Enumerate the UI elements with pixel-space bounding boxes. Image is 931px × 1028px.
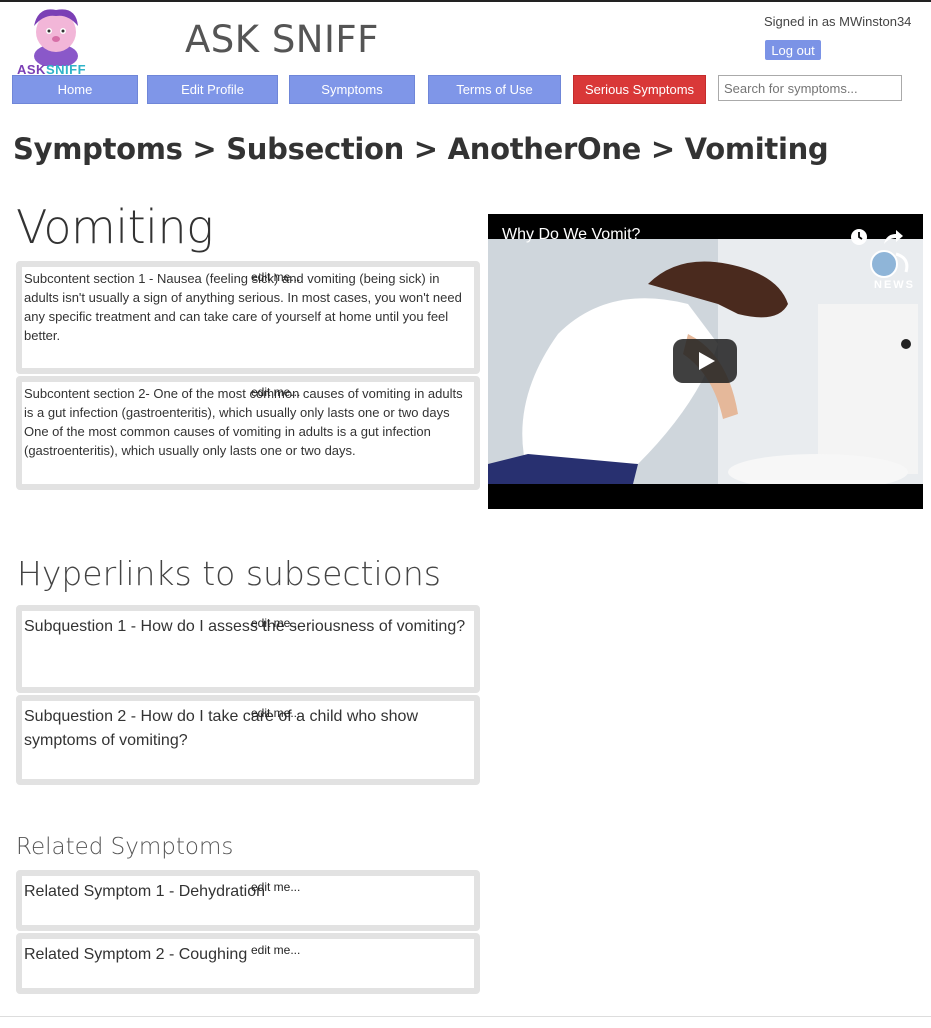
share-icon[interactable] xyxy=(882,228,904,246)
subcontent-card-2[interactable]: Subcontent section 2- One of the most co… xyxy=(16,376,480,490)
related-symptom-card-1[interactable]: Related Symptom 1 - Dehydration edit me.… xyxy=(16,870,480,931)
nav-symptoms-button[interactable]: Symptoms xyxy=(289,75,415,104)
video-player[interactable]: Why Do We Vomit? NEWS xyxy=(488,214,923,509)
hyperlinks-heading: Hyperlinks to subsections xyxy=(17,554,441,593)
edit-link-related-1[interactable]: edit me... xyxy=(251,880,300,894)
subquestion-card-1[interactable]: Subquestion 1 - How do I assess the seri… xyxy=(16,605,480,693)
video-title: Why Do We Vomit? xyxy=(502,226,641,243)
search-input[interactable] xyxy=(718,75,902,101)
related-symptom-text-1[interactable]: Related Symptom 1 - Dehydration xyxy=(24,880,466,904)
app-title: ASK SNIFF xyxy=(185,18,379,61)
clock-icon[interactable] xyxy=(850,228,868,246)
subquestion-text-2[interactable]: Subquestion 2 - How do I take care of a … xyxy=(24,705,466,753)
edit-link-subcontent-2[interactable]: edit me... xyxy=(251,385,300,399)
play-button[interactable] xyxy=(673,339,737,383)
related-symptoms-heading: Related Symptoms xyxy=(16,834,234,860)
edit-link-subcontent-1[interactable]: edit me... xyxy=(251,270,300,284)
subcontent-card-1[interactable]: Subcontent section 1 - Nausea (feeling s… xyxy=(16,261,480,374)
nav-edit-profile-button[interactable]: Edit Profile xyxy=(147,75,278,104)
subcontent-text-1: Subcontent section 1 - Nausea (feeling s… xyxy=(24,271,462,343)
footer-divider xyxy=(0,1016,931,1017)
subquestion-text-1[interactable]: Subquestion 1 - How do I assess the seri… xyxy=(24,615,466,639)
play-icon xyxy=(699,352,715,370)
subcontent-text-2: Subcontent section 2- One of the most co… xyxy=(24,386,463,458)
breadcrumb: Symptoms > Subsection > AnotherOne > Vom… xyxy=(13,132,829,166)
page-title: Vomiting xyxy=(16,200,214,254)
nav-home-button[interactable]: Home xyxy=(12,75,138,104)
related-symptom-text-2[interactable]: Related Symptom 2 - Coughing xyxy=(24,943,466,967)
edit-link-subquestion-1[interactable]: edit me... xyxy=(251,616,300,630)
news-badge: NEWS xyxy=(874,279,915,291)
nav-serious-symptoms-button[interactable]: Serious Symptoms xyxy=(573,75,706,104)
channel-logo-icon xyxy=(870,250,909,278)
logo-mascot-icon xyxy=(34,9,78,68)
edit-link-subquestion-2[interactable]: edit me... xyxy=(251,706,300,720)
edit-link-related-2[interactable]: edit me... xyxy=(251,943,300,957)
nav-terms-button[interactable]: Terms of Use xyxy=(428,75,561,104)
related-symptom-card-2[interactable]: Related Symptom 2 - Coughing edit me... xyxy=(16,933,480,994)
signed-in-text: Signed in as MWinston34 xyxy=(764,14,912,29)
logout-button[interactable]: Log out xyxy=(765,40,821,60)
subquestion-card-2[interactable]: Subquestion 2 - How do I take care of a … xyxy=(16,695,480,785)
